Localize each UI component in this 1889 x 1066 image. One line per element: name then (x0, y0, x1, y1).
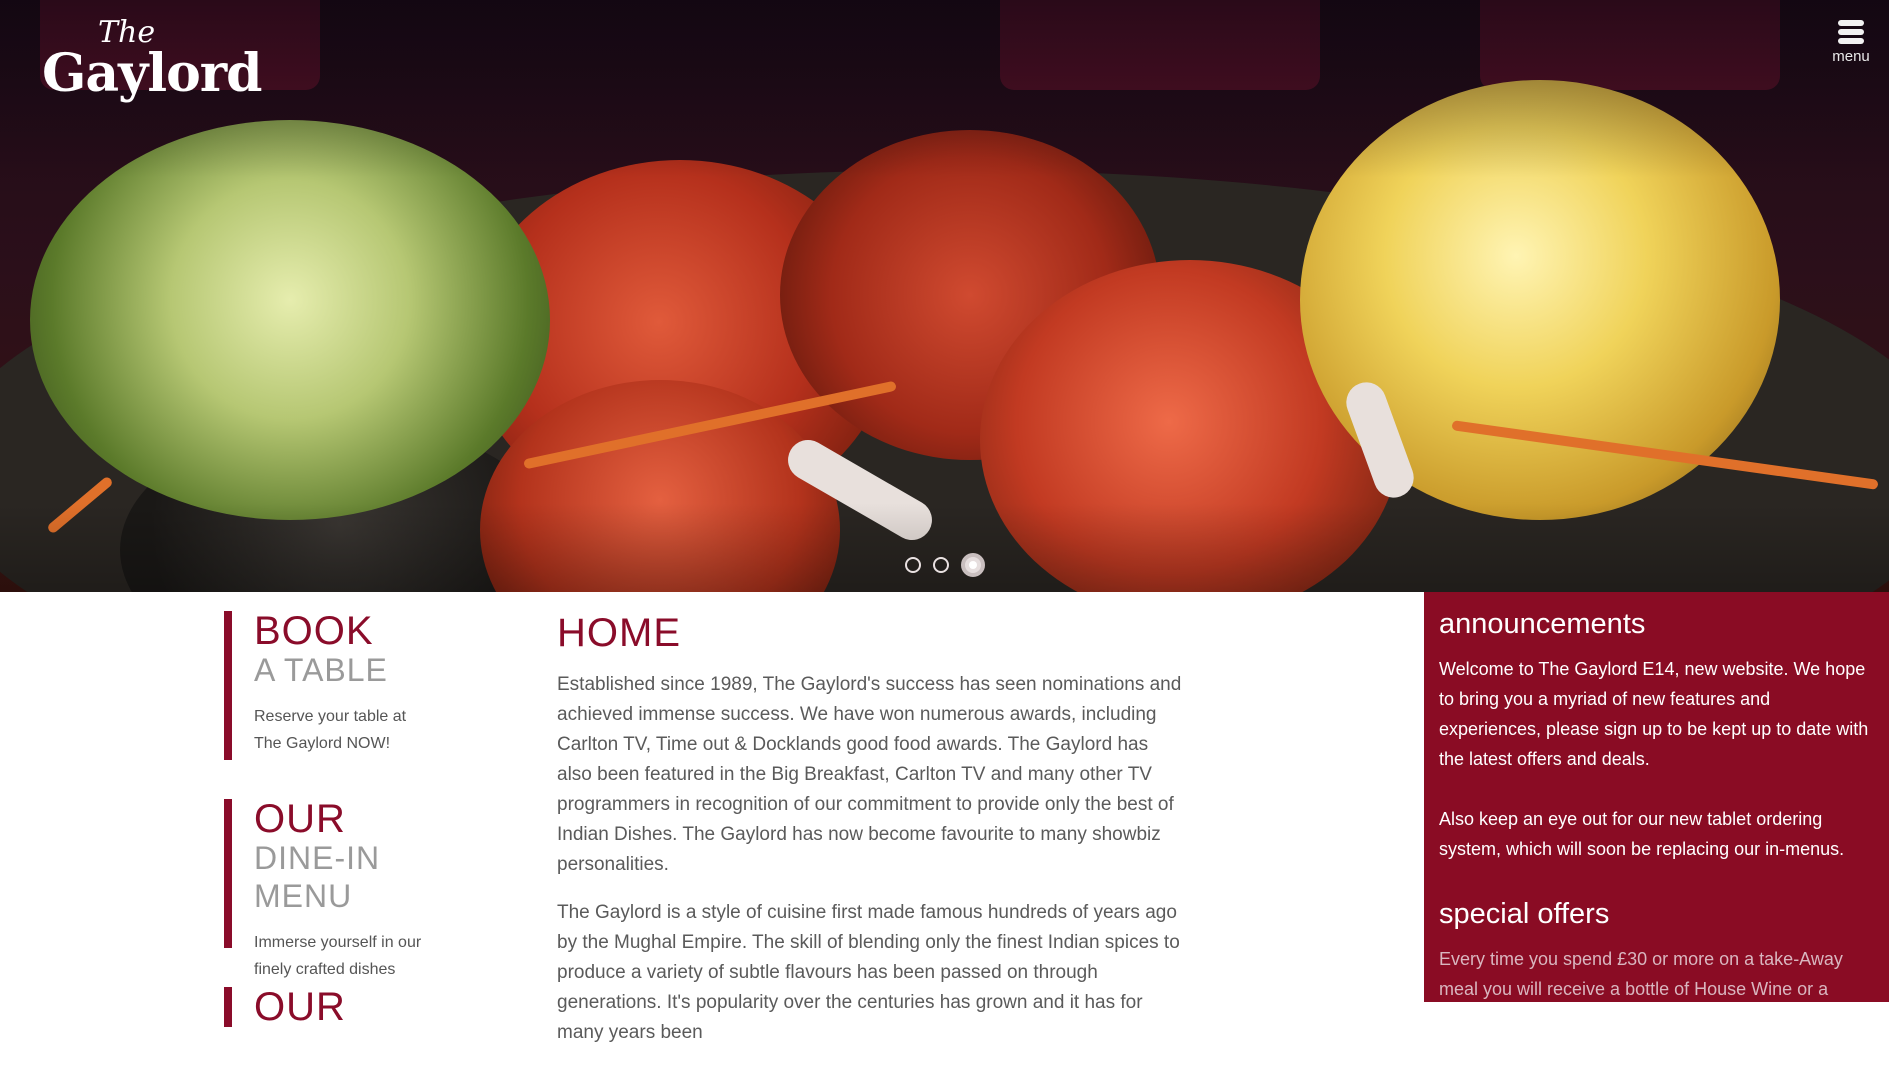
hero-slider: The Gaylord menu (0, 0, 1889, 592)
logo-name: Gaylord (42, 43, 263, 104)
cta-desc-line: Reserve your table at (254, 708, 407, 725)
announcements-panel: announcements Welcome to The Gaylord E14… (1424, 592, 1889, 1002)
site-logo[interactable]: The Gaylord (42, 18, 263, 104)
carousel-dot-2[interactable] (933, 557, 949, 573)
announcement-text: Also keep an eye out for our new tablet … (1439, 809, 1845, 859)
menu-button[interactable]: menu (1827, 20, 1875, 65)
carousel-dots (905, 553, 985, 577)
cta-title-bottom: A TABLE (254, 652, 388, 688)
intro-paragraph: Established since 1989, The Gaylord's su… (557, 674, 1182, 875)
carousel-dot-3-active[interactable] (961, 553, 985, 577)
history-paragraph: The Gaylord is a style of cuisine first … (557, 902, 1180, 1043)
cta-title-top: OUR (254, 985, 346, 1029)
menu-label: menu (1832, 48, 1870, 65)
third-cta-link[interactable]: OUR (224, 987, 484, 1027)
book-table-link[interactable]: BOOK A TABLE Reserve your table at The G… (224, 611, 484, 760)
hero-overlay (0, 0, 1889, 592)
hamburger-icon (1838, 20, 1864, 44)
announcements-heading: announcements (1439, 608, 1646, 640)
page-title: HOME (557, 611, 681, 655)
special-offer-text: Every time you spend £30 or more on a ta… (1439, 949, 1843, 999)
special-offers-heading: special offers (1439, 898, 1610, 930)
main-content: HOME Established since 1989, The Gaylord… (557, 610, 1187, 1066)
cta-desc-line: finely crafted dishes (254, 961, 396, 978)
dine-in-menu-link[interactable]: OUR DINE-IN MENU Immerse yourself in our… (224, 797, 484, 978)
cta-description: Immerse yourself in our finely crafted d… (254, 929, 484, 983)
carousel-dot-1[interactable] (905, 557, 921, 573)
cta-title-bottom: DINE-IN MENU (254, 840, 381, 914)
cta-description: Reserve your table at The Gaylord NOW! (254, 703, 484, 757)
cta-desc-line: Immerse yourself in our (254, 934, 422, 951)
cta-desc-line: The Gaylord NOW! (254, 735, 391, 752)
cta-title-top: OUR (254, 797, 346, 841)
announcement-text: Welcome to The Gaylord E14, new website.… (1439, 659, 1869, 769)
cta-title-top: BOOK (254, 609, 374, 653)
